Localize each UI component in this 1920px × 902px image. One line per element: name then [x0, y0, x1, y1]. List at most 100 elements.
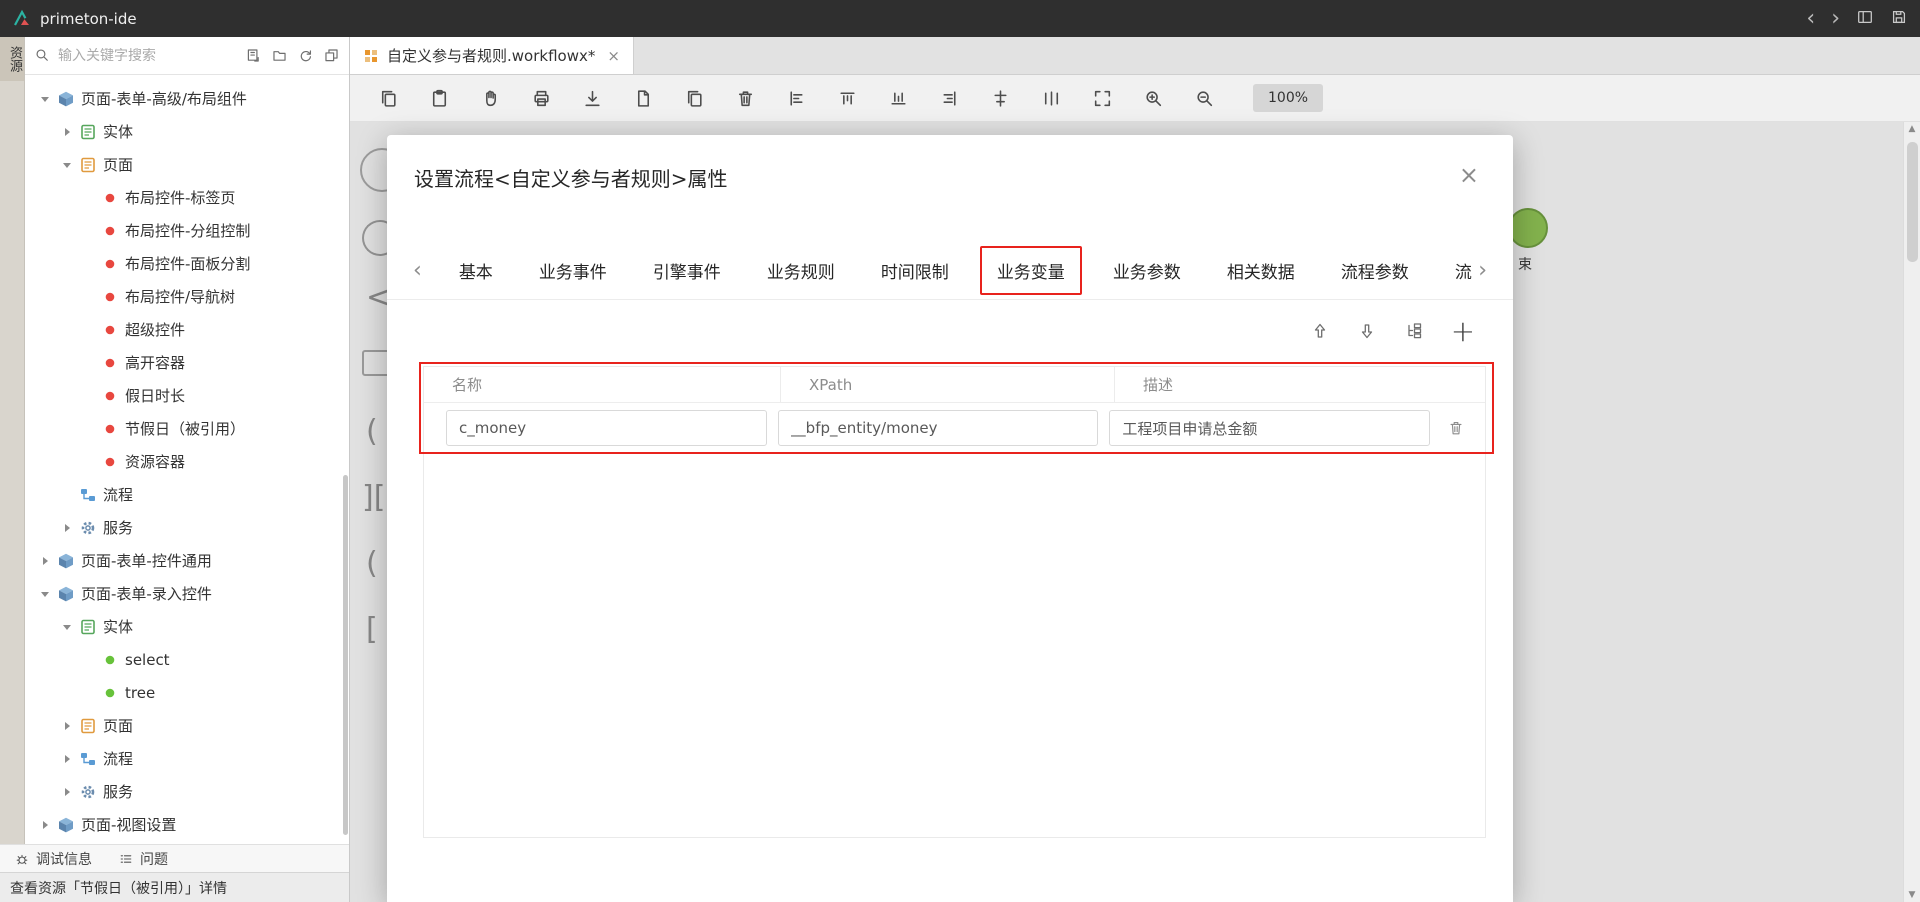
tree-item[interactable]: 资源容器 — [25, 445, 349, 478]
dialog-tab[interactable]: 业务规则 — [744, 258, 858, 283]
align-left-icon[interactable] — [786, 88, 807, 109]
tree-item[interactable]: 页面 — [25, 709, 349, 742]
tabs-scroll-right-icon[interactable]: › — [1478, 260, 1487, 282]
dialog-tab[interactable]: 业务变量 — [980, 246, 1082, 295]
editor-tab-workflow[interactable]: 自定义参与者规则.workflowx* × — [350, 37, 634, 74]
save-icon[interactable] — [1890, 8, 1908, 30]
titlebar-actions: ‹ › — [1806, 8, 1908, 30]
tree-item[interactable]: 超级控件 — [25, 313, 349, 346]
tree-item[interactable]: 流程 — [25, 478, 349, 511]
tree-item[interactable]: 高开容器 — [25, 346, 349, 379]
tree-item[interactable]: 页面 — [25, 148, 349, 181]
tree-item[interactable]: 布局控件-面板分割 — [25, 247, 349, 280]
collapse-all-icon[interactable] — [323, 47, 340, 64]
tree-item-label: 页面 — [103, 154, 133, 175]
zoom-out-icon[interactable] — [1194, 88, 1215, 109]
tree-item[interactable]: 实体 — [25, 610, 349, 643]
clipboard-icon[interactable] — [429, 88, 450, 109]
chevron-right-icon[interactable] — [39, 554, 53, 568]
copy-icon[interactable] — [378, 88, 399, 109]
tree-item[interactable]: 页面-表单-录入控件 — [25, 577, 349, 610]
rail-tab-resources[interactable]: 资源 — [0, 37, 24, 81]
chevron-right-icon[interactable] — [61, 785, 75, 799]
hand-pan-icon[interactable] — [480, 88, 501, 109]
scroll-down-icon[interactable]: ▼ — [1909, 890, 1916, 900]
align-center-icon[interactable] — [990, 88, 1011, 109]
tabs-scroll-left-icon[interactable]: ‹ — [413, 260, 422, 282]
zoom-level-button[interactable]: 100% — [1253, 84, 1323, 112]
tree-item[interactable]: 假日时长 — [25, 379, 349, 412]
chevron-down-icon[interactable] — [39, 92, 53, 106]
chevron-down-icon[interactable] — [61, 620, 75, 634]
chevron-right-icon[interactable] — [39, 818, 53, 832]
dialog-tab[interactable]: 相关数据 — [1204, 258, 1318, 283]
chevron-right-icon[interactable] — [61, 521, 75, 535]
download-icon[interactable] — [582, 88, 603, 109]
debug-info-button[interactable]: 调试信息 — [14, 849, 92, 869]
tree-item[interactable]: 服务 — [25, 775, 349, 808]
chevron-right-icon[interactable] — [61, 719, 75, 733]
tree-item[interactable]: 节假日（被引用） — [25, 412, 349, 445]
align-right-icon[interactable] — [939, 88, 960, 109]
tree-item-label: 流程 — [103, 748, 133, 769]
dialog-tab[interactable]: 业务事件 — [516, 258, 630, 283]
package-icon — [57, 816, 75, 834]
delete-icon[interactable] — [735, 88, 756, 109]
new-resource-icon[interactable] — [245, 47, 262, 64]
tree-item[interactable]: 布局控件-分组控制 — [25, 214, 349, 247]
tab-close-icon[interactable]: × — [607, 47, 620, 65]
scrollbar-thumb[interactable] — [1907, 142, 1918, 262]
align-bottom-icon[interactable] — [888, 88, 909, 109]
dialog-tab[interactable]: 时间限制 — [858, 258, 972, 283]
var-name-input[interactable] — [446, 410, 767, 446]
nav-back-icon[interactable]: ‹ — [1806, 8, 1815, 30]
move-down-icon[interactable] — [1357, 321, 1377, 341]
align-top-icon[interactable] — [837, 88, 858, 109]
delete-row-icon[interactable] — [1441, 419, 1471, 437]
tree-item[interactable]: 布局控件/导航树 — [25, 280, 349, 313]
distribute-icon[interactable] — [1041, 88, 1062, 109]
tree-item[interactable]: 页面-表单-高级/布局组件 — [25, 82, 349, 115]
package-icon — [57, 552, 75, 570]
refresh-icon[interactable] — [297, 47, 314, 64]
chevron-right-icon[interactable] — [61, 125, 75, 139]
chevron-right-icon[interactable] — [61, 752, 75, 766]
problems-button[interactable]: 问题 — [118, 849, 168, 869]
tree-item[interactable]: 实体 — [25, 115, 349, 148]
dialog-tab[interactable]: 流程参数 — [1318, 258, 1432, 283]
panel-layout-icon[interactable] — [1856, 8, 1874, 30]
app-logo-icon — [12, 9, 32, 29]
tree-item-label: 页面-视图设置 — [81, 814, 176, 835]
import-variables-icon[interactable] — [1404, 321, 1424, 341]
dialog-tab[interactable]: 引擎事件 — [630, 258, 744, 283]
fit-screen-icon[interactable] — [1092, 88, 1113, 109]
add-variable-icon[interactable]: + — [1451, 317, 1475, 346]
tree-item[interactable]: 布局控件-标签页 — [25, 181, 349, 214]
tree-item[interactable]: 页面-视图设置 — [25, 808, 349, 841]
canvas-vertical-scrollbar[interactable]: ▲ ▼ — [1903, 122, 1920, 902]
dialog-tab[interactable]: 业务参数 — [1090, 258, 1204, 283]
scroll-up-icon[interactable]: ▲ — [1909, 124, 1916, 134]
print-icon[interactable] — [531, 88, 552, 109]
tree-item[interactable]: 页面-表单-控件通用 — [25, 544, 349, 577]
red-dot-icon — [101, 321, 119, 339]
chevron-down-icon[interactable] — [39, 587, 53, 601]
duplicate-icon[interactable] — [684, 88, 705, 109]
tree-item[interactable]: 流程 — [25, 742, 349, 775]
dialog-tab[interactable]: 流 — [1432, 258, 1478, 283]
var-desc-input[interactable] — [1109, 410, 1430, 446]
move-up-icon[interactable] — [1310, 321, 1330, 341]
tree-item[interactable]: select — [25, 643, 349, 676]
tree-item[interactable]: tree — [25, 676, 349, 709]
tree-item-label: 流程 — [103, 484, 133, 505]
folder-icon[interactable] — [271, 47, 288, 64]
dialog-tab[interactable]: 基本 — [436, 258, 516, 283]
file-icon[interactable] — [633, 88, 654, 109]
nav-forward-icon[interactable]: › — [1831, 8, 1840, 30]
tree-item[interactable]: 服务 — [25, 511, 349, 544]
zoom-in-icon[interactable] — [1143, 88, 1164, 109]
var-xpath-input[interactable] — [778, 410, 1099, 446]
close-icon[interactable]: × — [1459, 163, 1479, 187]
search-input[interactable] — [58, 48, 238, 64]
chevron-down-icon[interactable] — [61, 158, 75, 172]
